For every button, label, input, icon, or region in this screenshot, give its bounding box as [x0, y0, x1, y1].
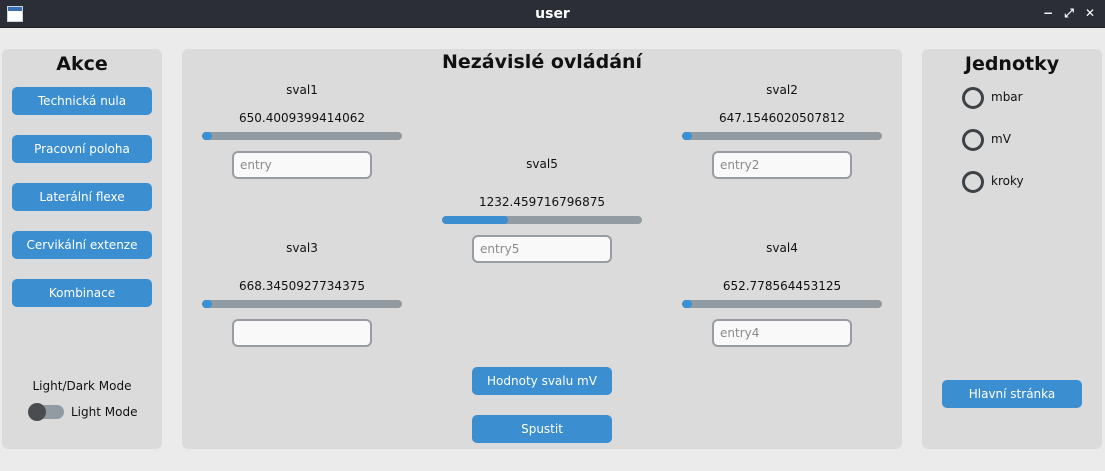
muscle-4-value: 652.778564453125	[722, 279, 842, 293]
muscle-4-progress-fill	[682, 300, 692, 308]
muscle-1-entry[interactable]	[232, 151, 372, 179]
muscle-1-label: sval1	[286, 83, 318, 97]
muscle-2-progress-fill	[682, 132, 692, 140]
muscle-5-progress	[442, 216, 642, 224]
light-mode-switch[interactable]	[28, 403, 64, 421]
units-title: Jednotky	[964, 53, 1060, 75]
working-position-button[interactable]: Pracovní poloha	[12, 135, 152, 163]
muscle-1-value: 650.4009399414062	[239, 111, 365, 125]
muscle-values-mv-button[interactable]: Hodnoty svalu mV	[472, 367, 612, 395]
muscle-4-label: sval4	[766, 241, 798, 255]
run-button[interactable]: Spustit	[472, 415, 612, 443]
home-page-button[interactable]: Hlavní stránka	[942, 380, 1082, 408]
technical-zero-button[interactable]: Technická nula	[12, 87, 152, 115]
close-icon[interactable]: ✕	[1082, 5, 1098, 21]
combination-button[interactable]: Kombinace	[12, 279, 152, 307]
appearance-mode-label: Light/Dark Mode	[32, 379, 132, 393]
muscle-2-value: 647.1546020507812	[719, 111, 845, 125]
radio-mbar-label: mbar	[991, 90, 1023, 104]
muscle-3-progress	[202, 300, 402, 308]
muscle-5-value: 1232.459716796875	[479, 195, 605, 209]
radio-kroky-label: kroky	[991, 174, 1024, 188]
muscle-3-progress-fill	[202, 300, 212, 308]
radio-mv-label: mV	[991, 132, 1011, 146]
minimize-icon[interactable]: −	[1040, 5, 1056, 21]
cervical-extension-button[interactable]: Cervikální extenze	[12, 231, 152, 259]
maximize-icon[interactable]: ⤢	[1061, 5, 1077, 21]
muscle-3-entry[interactable]	[232, 319, 372, 347]
radio-kroky-circle[interactable]	[962, 171, 984, 193]
muscle-3-value: 668.3450927734375	[239, 279, 365, 293]
muscle-1-progress-fill	[202, 132, 212, 140]
muscle-1-progress	[202, 132, 402, 140]
muscle-3-label: sval3	[286, 241, 318, 255]
radio-mv-circle[interactable]	[962, 129, 984, 151]
actions-panel: Akce Technická nula Pracovní poloha Late…	[2, 49, 162, 449]
window-titlebar: user − ⤢ ✕	[0, 0, 1105, 28]
muscle-2-progress	[682, 132, 882, 140]
muscle-5-entry[interactable]	[472, 235, 612, 263]
muscle-5-label: sval5	[526, 157, 558, 171]
muscle-4-progress	[682, 300, 882, 308]
muscle-2-label: sval2	[766, 83, 798, 97]
units-panel: Jednotky mbar mV kroky Hlavní stránka	[922, 49, 1102, 449]
window-title: user	[535, 6, 570, 22]
muscle-5-progress-fill	[442, 216, 508, 224]
lateral-flexion-button[interactable]: Laterální flexe	[12, 183, 152, 211]
independent-control-title: Nezávislé ovládání	[441, 51, 643, 73]
radio-mbar-circle[interactable]	[962, 87, 984, 109]
actions-title: Akce	[56, 53, 108, 75]
light-mode-label: Light Mode	[71, 405, 138, 419]
muscle-4-entry[interactable]	[712, 319, 852, 347]
switch-knob	[28, 403, 46, 421]
muscle-2-entry[interactable]	[712, 151, 852, 179]
independent-control-panel: Nezávislé ovládání sval1 650.40093994140…	[182, 49, 902, 449]
